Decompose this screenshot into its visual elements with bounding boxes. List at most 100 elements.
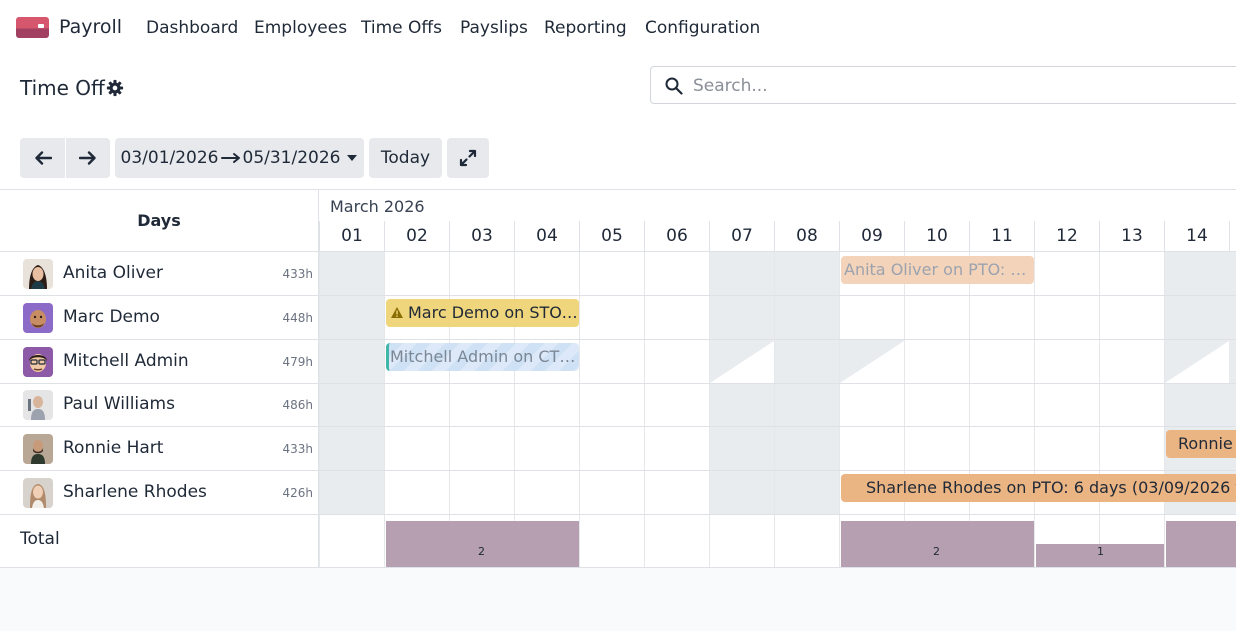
employee-name[interactable]: Sharlene Rhodes	[63, 482, 207, 502]
time-off-pill[interactable]: Ronnie	[1166, 430, 1236, 458]
expand-button[interactable]	[447, 138, 489, 178]
day-cell[interactable]	[644, 427, 709, 470]
day-cell[interactable]	[1099, 252, 1164, 295]
time-off-pill[interactable]: Anita Oliver on PTO: 3 days	[841, 256, 1034, 284]
time-off-pill-label: Marc Demo on STO: 3	[408, 303, 579, 322]
menu-payslips[interactable]: Payslips	[460, 18, 528, 38]
day-cell[interactable]	[579, 471, 644, 514]
day-cell[interactable]	[644, 340, 709, 383]
total-label: Total	[20, 529, 60, 549]
day-cell[interactable]	[969, 384, 1034, 426]
search-icon	[665, 77, 683, 95]
employee-name[interactable]: Anita Oliver	[63, 263, 163, 283]
day-cell[interactable]	[514, 384, 579, 426]
today-button[interactable]: Today	[369, 138, 442, 178]
day-cell[interactable]	[1034, 384, 1099, 426]
day-cell[interactable]	[1099, 427, 1164, 470]
day-cell[interactable]	[969, 427, 1034, 470]
day-cell[interactable]	[579, 427, 644, 470]
payroll-app-icon[interactable]	[16, 17, 49, 38]
weekend-cell	[1164, 252, 1236, 295]
month-header: March 2026	[330, 197, 425, 216]
day-cell[interactable]	[384, 384, 449, 426]
weekend-cell	[319, 296, 384, 339]
weekend-cell	[319, 471, 384, 514]
next-button[interactable]	[66, 138, 110, 178]
day-cell[interactable]	[449, 471, 514, 514]
day-cell[interactable]	[644, 384, 709, 426]
menu-employees[interactable]: Employees	[254, 18, 347, 38]
gantt-row-marc-demo: Marc Demo 448h	[0, 296, 1236, 340]
employee-name[interactable]: Ronnie Hart	[63, 438, 163, 458]
time-off-pill[interactable]: Marc Demo on STO: 3	[386, 299, 579, 327]
time-off-pill[interactable]: Sharlene Rhodes on PTO: 6 days (03/09/20…	[841, 474, 1236, 502]
day-cell[interactable]	[839, 296, 904, 339]
day-cell[interactable]	[969, 340, 1034, 383]
time-off-pill[interactable]: Mitchell Admin on CTO: 3 days	[386, 343, 579, 371]
day-header: 05	[579, 221, 644, 252]
day-cell[interactable]	[384, 427, 449, 470]
weekend-cell	[709, 471, 774, 514]
day-cell[interactable]	[514, 471, 579, 514]
day-cell[interactable]	[1099, 296, 1164, 339]
employee-name[interactable]: Marc Demo	[63, 307, 160, 327]
day-cell[interactable]	[839, 427, 904, 470]
day-cell[interactable]	[644, 296, 709, 339]
day-cell[interactable]	[579, 296, 644, 339]
day-header: 12	[1034, 221, 1099, 252]
weekend-cell	[774, 296, 839, 339]
weekend-cell	[709, 296, 774, 339]
day-cell[interactable]	[384, 252, 449, 295]
menu-dashboard[interactable]: Dashboard	[146, 18, 238, 38]
menu-reporting[interactable]: Reporting	[544, 18, 627, 38]
day-cell[interactable]	[1099, 340, 1164, 383]
day-cell[interactable]	[514, 427, 579, 470]
avatar	[23, 478, 53, 508]
day-cell[interactable]	[904, 296, 969, 339]
employee-name[interactable]: Mitchell Admin	[63, 351, 189, 371]
day-cell[interactable]	[384, 471, 449, 514]
gantt-view: Days March 2026 01 02 03 04 05 06 07 08 …	[0, 189, 1236, 568]
day-cell[interactable]	[449, 427, 514, 470]
day-cell[interactable]	[969, 296, 1034, 339]
day-cell[interactable]	[644, 471, 709, 514]
date-range-picker[interactable]: 03/01/2026 05/31/2026	[115, 138, 364, 178]
weekend-cell	[709, 427, 774, 470]
day-cell[interactable]	[839, 384, 904, 426]
day-header: 02	[384, 221, 449, 252]
weekend-cell	[1164, 384, 1236, 426]
day-cell[interactable]	[1034, 296, 1099, 339]
day-cell[interactable]	[644, 252, 709, 295]
employee-hours: 426h	[282, 486, 313, 500]
day-cell[interactable]	[1099, 384, 1164, 426]
day-cell[interactable]	[904, 384, 969, 426]
weekend-cell	[774, 384, 839, 426]
menu-time-offs[interactable]: Time Offs	[361, 18, 442, 38]
weekend-cell	[709, 252, 774, 295]
day-cell[interactable]	[449, 384, 514, 426]
gantt-row-anita-oliver: Anita Oliver 433h	[0, 252, 1236, 296]
day-cell[interactable]	[579, 384, 644, 426]
day-cell[interactable]	[1034, 340, 1099, 383]
previous-button[interactable]	[20, 138, 65, 178]
partial-day-marker	[710, 341, 774, 383]
day-cell[interactable]	[579, 340, 644, 383]
day-cell[interactable]	[1034, 427, 1099, 470]
employee-name[interactable]: Paul Williams	[63, 394, 175, 414]
day-cell[interactable]	[514, 252, 579, 295]
avatar	[23, 434, 53, 464]
day-cell[interactable]	[1034, 252, 1099, 295]
day-cell[interactable]	[579, 252, 644, 295]
menu-configuration[interactable]: Configuration	[645, 18, 760, 38]
search-input[interactable]	[691, 74, 1215, 98]
day-cell[interactable]	[904, 427, 969, 470]
avatar	[23, 347, 53, 377]
gear-icon[interactable]	[106, 79, 124, 97]
day-cell[interactable]	[449, 252, 514, 295]
employee-hours: 486h	[282, 398, 313, 412]
employee-hours: 433h	[282, 267, 313, 281]
app-name[interactable]: Payroll	[59, 16, 122, 38]
day-cell[interactable]	[904, 340, 969, 383]
gantt-row-ronnie-hart: Ronnie Hart 433h	[0, 427, 1236, 471]
weekend-cell	[774, 427, 839, 470]
